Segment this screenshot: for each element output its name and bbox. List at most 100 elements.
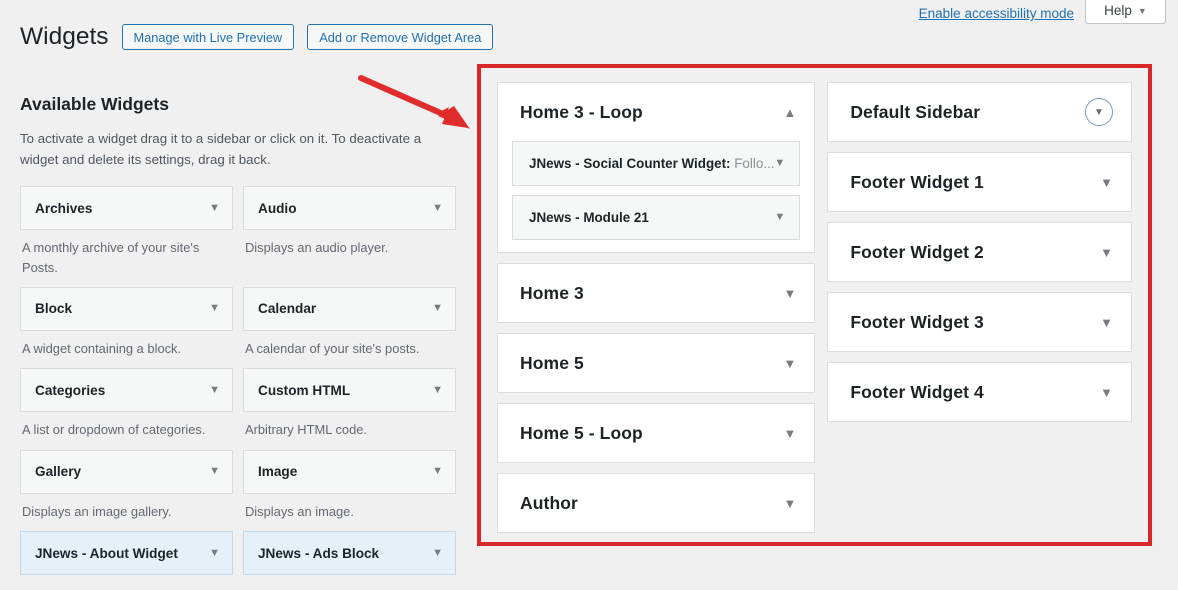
available-widgets-heading: Available Widgets	[20, 94, 169, 114]
chevron-down-icon[interactable]: ▼	[432, 384, 443, 396]
available-widget-description: Displays an image.	[245, 503, 354, 519]
chevron-down-icon[interactable]: ▼	[209, 466, 220, 477]
chevron-down-icon[interactable]: ▼	[432, 202, 443, 214]
widget-area-header-footer-widget-3[interactable]: Footer Widget 3 ▼	[828, 293, 1131, 351]
available-widget-calendar[interactable]: Calendar ▼	[243, 286, 456, 331]
chevron-down-icon[interactable]: ▼	[209, 547, 220, 559]
available-widget-image[interactable]: Image ▼	[243, 449, 456, 494]
available-widgets-grid: Archives ▼ A monthly archive of your site'…	[20, 186, 470, 583]
available-widget-gallery[interactable]: Gallery ▼	[20, 449, 233, 494]
widget-area-home-5-loop: Home 5 - Loop ▼	[497, 403, 816, 463]
widget-area-author: Author ▼	[497, 473, 816, 533]
available-widget-audio[interactable]: Audio ▼	[243, 186, 456, 231]
widget-area-title: Default Sidebar	[850, 101, 981, 122]
widget-area-title: Footer Widget 3	[850, 311, 984, 332]
widget-area-header-home-5-loop[interactable]: Home 5 - Loop ▼	[498, 404, 814, 462]
chevron-down-icon[interactable]: ▼	[432, 303, 443, 314]
enable-accessibility-mode-link[interactable]: Enable accessibility mode	[919, 6, 1074, 21]
chevron-down-icon[interactable]: ▼	[774, 158, 785, 169]
assigned-widget-name: JNews - Module 21	[529, 210, 649, 225]
assigned-widget-label: JNews - Module 21	[529, 210, 774, 225]
widget-area-home-3: Home 3 ▼	[497, 263, 816, 323]
assigned-widget[interactable]: JNews - Social Counter Widget: Follo... ▼	[512, 141, 801, 186]
widget-area-body: JNews - Social Counter Widget: Follo... ▼…	[498, 141, 814, 252]
available-widget-label: Calendar	[258, 301, 317, 317]
available-widgets-section: Available Widgets To activate a widget d…	[20, 94, 470, 583]
assigned-widget-label: JNews - Social Counter Widget: Follo...	[529, 156, 774, 171]
chevron-down-icon[interactable]: ▼	[1100, 316, 1113, 329]
widget-area-header-default-sidebar[interactable]: Default Sidebar ▼	[828, 83, 1131, 141]
available-widget-cell: Calendar ▼ A calendar of your site's posts…	[243, 286, 456, 368]
widget-area-title: Footer Widget 1	[850, 171, 984, 192]
available-widget-label: Custom HTML	[258, 382, 351, 398]
available-widget-cell: Custom HTML ▼ Arbitrary HTML code.	[243, 368, 456, 449]
available-widget-description: Arbitrary HTML code.	[245, 422, 368, 438]
widget-area-title: Footer Widget 4	[850, 381, 984, 402]
widget-area-header-footer-widget-4[interactable]: Footer Widget 4 ▼	[828, 363, 1131, 421]
available-widget-categories[interactable]: Categories ▼	[20, 368, 233, 413]
widget-area-header-author[interactable]: Author ▼	[498, 474, 814, 532]
available-widget-description: A monthly archive of your site's Posts.	[22, 240, 200, 275]
available-widget-label: JNews - About Widget	[35, 545, 178, 561]
assigned-widget-name: JNews - Social Counter Widget:	[529, 156, 731, 171]
assigned-widget[interactable]: JNews - Module 21 ▼	[512, 195, 801, 240]
widget-area-header-home-5[interactable]: Home 5 ▼	[498, 334, 814, 392]
chevron-down-icon[interactable]: ▼	[209, 384, 220, 396]
available-widget-cell: Image ▼ Displays an image.	[243, 449, 456, 531]
chevron-down-icon[interactable]: ▼	[432, 466, 443, 477]
assigned-widget-instance-title: Follo...	[730, 156, 775, 171]
available-widget-label: JNews - Ads Block	[258, 545, 380, 561]
available-widget-label: Block	[35, 301, 73, 317]
widget-areas-right-column: Default Sidebar ▼ Footer Widget 1 ▼ Footer W…	[827, 82, 1132, 542]
widget-area-title: Footer Widget 2	[850, 241, 984, 262]
available-widget-archives[interactable]: Archives ▼	[20, 186, 233, 231]
chevron-down-icon[interactable]: ▼	[783, 427, 796, 440]
widget-area-header-home-3[interactable]: Home 3 ▼	[498, 264, 814, 322]
available-widget-cell: JNews - About Widget ▼	[20, 531, 233, 583]
available-widget-jnews-about-widget[interactable]: JNews - About Widget ▼	[20, 531, 233, 576]
available-widget-block[interactable]: Block ▼	[20, 286, 233, 331]
widget-area-header-footer-widget-2[interactable]: Footer Widget 2 ▼	[828, 223, 1131, 281]
available-widget-cell: Archives ▼ A monthly archive of your site'…	[20, 186, 233, 287]
available-widget-label: Audio	[258, 200, 297, 216]
widget-area-footer-widget-3: Footer Widget 3 ▼	[827, 292, 1132, 352]
widgets-admin-page: Enable accessibility mode Help ▼ Widgets…	[0, 0, 1178, 590]
available-widget-cell: JNews - Ads Block ▼	[243, 531, 456, 583]
widget-area-title: Home 5 - Loop	[520, 422, 643, 443]
page-title: Widgets	[20, 23, 109, 50]
widget-area-title: Home 5	[520, 352, 584, 373]
add-or-remove-widget-area-button[interactable]: Add or Remove Widget Area	[307, 24, 494, 51]
available-widget-description: A calendar of your site's posts.	[245, 340, 420, 356]
chevron-down-icon[interactable]: ▼	[1085, 98, 1113, 126]
widget-area-footer-widget-4: Footer Widget 4 ▼	[827, 362, 1132, 422]
chevron-down-icon[interactable]: ▼	[209, 303, 220, 314]
chevron-down-icon[interactable]: ▼	[432, 547, 443, 559]
chevron-down-icon[interactable]: ▼	[774, 212, 785, 223]
widget-area-default-sidebar: Default Sidebar ▼	[827, 82, 1132, 142]
chevron-down-icon[interactable]: ▼	[783, 497, 796, 510]
available-widget-description: A list or dropdown of categories.	[22, 422, 206, 438]
available-widget-label: Image	[258, 464, 298, 480]
chevron-down-icon[interactable]: ▼	[1100, 176, 1113, 189]
widget-area-header-home-3-loop[interactable]: Home 3 - Loop ▲	[498, 83, 814, 141]
help-button-label: Help	[1104, 3, 1132, 18]
chevron-up-icon[interactable]: ▲	[783, 106, 796, 119]
help-button[interactable]: Help ▼	[1085, 0, 1166, 24]
manage-with-live-preview-button[interactable]: Manage with Live Preview	[121, 24, 295, 51]
chevron-down-icon[interactable]: ▼	[783, 357, 796, 370]
widget-area-title: Author	[520, 492, 578, 513]
chevron-down-icon[interactable]: ▼	[783, 287, 796, 300]
available-widgets-description: To activate a widget drag it to a sideba…	[20, 131, 422, 167]
available-widget-description: A widget containing a block.	[22, 340, 182, 356]
available-widget-jnews-ads-block[interactable]: JNews - Ads Block ▼	[243, 531, 456, 576]
available-widget-cell: Categories ▼ A list or dropdown of categor…	[20, 368, 233, 449]
chevron-down-icon[interactable]: ▼	[1100, 386, 1113, 399]
available-widget-label: Gallery	[35, 464, 82, 480]
chevron-down-icon[interactable]: ▼	[1100, 246, 1113, 259]
widget-area-footer-widget-2: Footer Widget 2 ▼	[827, 222, 1132, 282]
widget-area-footer-widget-1: Footer Widget 1 ▼	[827, 152, 1132, 212]
widget-area-home-5: Home 5 ▼	[497, 333, 816, 393]
chevron-down-icon[interactable]: ▼	[209, 202, 220, 214]
widget-area-header-footer-widget-1[interactable]: Footer Widget 1 ▼	[828, 153, 1131, 211]
available-widget-custom-html[interactable]: Custom HTML ▼	[243, 368, 456, 413]
